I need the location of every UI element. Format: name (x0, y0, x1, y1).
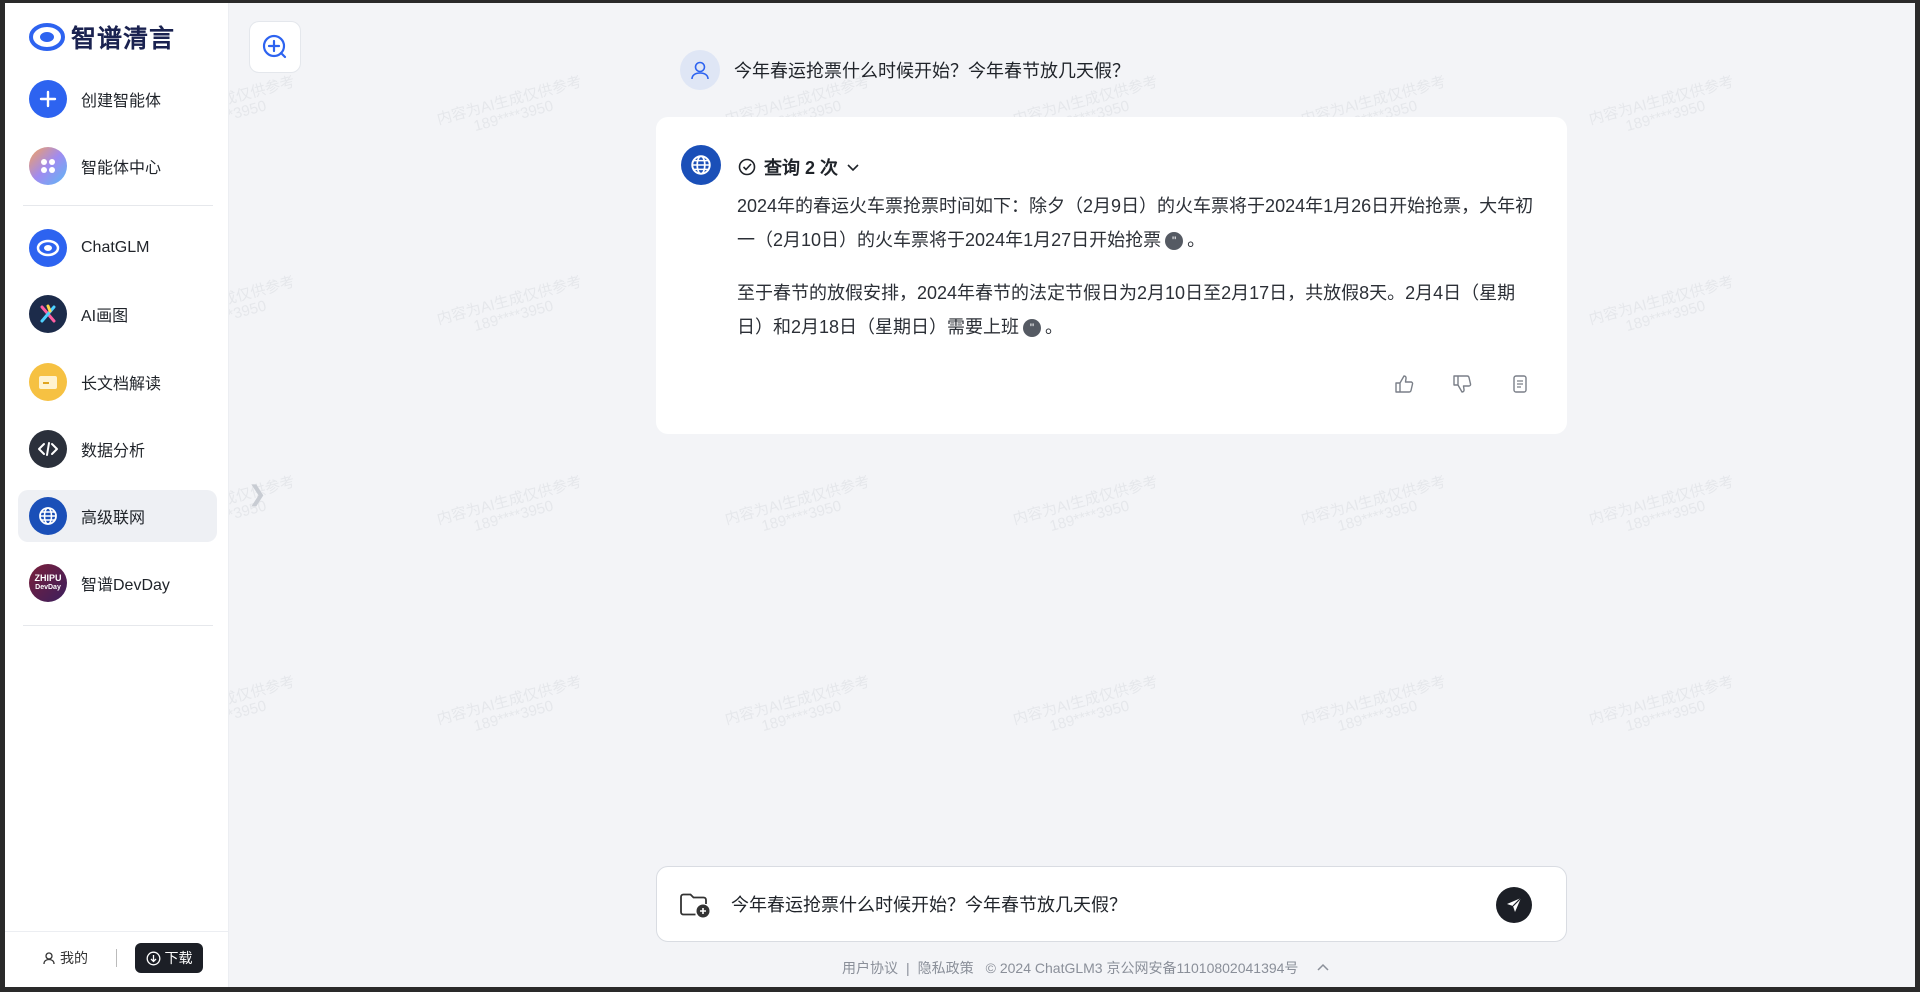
folder-plus-icon (680, 893, 710, 918)
sidebar-item-devday[interactable]: ZHIPU DevDay 智谱DevDay (18, 557, 217, 609)
sidebar-item-advanced-web[interactable]: 高级联网 (18, 490, 217, 542)
footer-separator: | (906, 960, 910, 976)
brand-logo[interactable]: 智谱清言 (29, 17, 175, 57)
sidebar-item-label: 长文档解读 (81, 376, 162, 393)
sidebar-item-label: 数据分析 (81, 443, 146, 460)
watermark-text: 内容为AI生成仅供参考189****3950 (1587, 273, 1736, 336)
download-icon (146, 951, 160, 965)
query-count-toggle[interactable]: 查询 2 次 (738, 154, 860, 180)
sidebar-item-data-analysis[interactable]: 数据分析 (18, 423, 217, 475)
answer-paragraph: 2024年的春运火车票抢票时间如下：除夕（2月9日）的火车票将于2024年1月2… (737, 196, 1534, 251)
watermark-text: 内容为AI生成仅供参考189****3950 (1299, 673, 1448, 736)
chevron-down-icon (847, 164, 859, 172)
sidebar-item-long-doc[interactable]: 长文档解读 (18, 356, 217, 408)
user-avatar (680, 50, 720, 90)
watermark-text: 内容为AI生成仅供参考189****3950 (1587, 473, 1736, 536)
privacy-policy-link[interactable]: 隐私政策 (918, 958, 974, 978)
sidebar-item-label: 高级联网 (81, 510, 146, 527)
answer-actions (1393, 373, 1531, 395)
user-icon (43, 952, 55, 965)
sidebar-item-ai-drawing[interactable]: AI画图 (18, 288, 217, 340)
thumbs-down-icon[interactable] (1451, 373, 1473, 395)
user-icon (691, 61, 709, 80)
sidebar-item-label: 智谱DevDay (81, 577, 170, 594)
answer-card: 查询 2 次 2024年的春运火车票抢票时间如下：除夕（2月9日）的火车票将于2… (656, 117, 1567, 434)
answer-paragraph: 至于春节的放假安排，2024年春节的法定节假日为2月10日至2月17日，共放假8… (737, 283, 1516, 338)
app-window: 内容为AI生成仅供参考 189****3950 内容为AI生成仅供参考 189****… (5, 3, 1915, 987)
new-chat-icon (262, 34, 287, 59)
page-footer: 用户协议 | 隐私政策 © 2024 ChatGLM3 京公网安备1101080… (842, 958, 1330, 978)
chat-input-box (656, 866, 1567, 942)
globe-icon (29, 497, 67, 535)
mine-link[interactable]: 我的 (42, 948, 88, 968)
watermark-text: 内容为AI生成仅供参考189****3950 (435, 73, 584, 136)
watermark-text: 内容为AI生成仅供参考189****3950 (1299, 473, 1448, 536)
zhipu-logo-icon (29, 23, 65, 51)
copyright-text: © 2024 ChatGLM3 京公网安备11010802041394号 (985, 960, 1299, 976)
plus-icon (29, 80, 67, 118)
watermark-text: 内容为AI生成仅供参考189****3950 (435, 273, 584, 336)
chat-input[interactable] (731, 893, 1491, 914)
brush-x-icon (29, 295, 67, 333)
citation-quote-icon[interactable]: " (1023, 319, 1042, 338)
sidebar-item-create-agent[interactable]: 创建智能体 (18, 73, 217, 125)
sidebar-item-chatglm[interactable]: ChatGLM (18, 222, 217, 274)
thumbs-up-icon[interactable] (1393, 373, 1415, 395)
sidebar-divider (23, 625, 213, 626)
send-icon (1507, 897, 1522, 912)
user-message: 今年春运抢票什么时候开始？今年春节放几天假？ (680, 50, 1130, 90)
citation-quote-icon[interactable]: " (1165, 232, 1184, 251)
sidebar-collapse-chevron-icon[interactable]: ❯ (248, 481, 266, 507)
attach-file-button[interactable] (679, 891, 711, 919)
globe-icon (681, 145, 721, 185)
sidebar-item-agent-center[interactable]: 智能体中心 (18, 140, 217, 192)
zhipu-devday-icon: ZHIPU DevDay (29, 564, 67, 602)
sidebar-item-label: 创建智能体 (81, 93, 162, 110)
check-circle-icon (738, 158, 756, 176)
sidebar-item-label: 智能体中心 (81, 160, 162, 177)
sidebar-item-label: ChatGLM (81, 239, 150, 256)
watermark-text: 内容为AI生成仅供参考189****3950 (435, 673, 584, 736)
watermark-text: 内容为AI生成仅供参考189****3950 (723, 673, 872, 736)
download-button[interactable]: 下载 (135, 943, 203, 973)
send-button[interactable] (1496, 887, 1532, 923)
sidebar-footer: 我的 下载 (5, 931, 229, 987)
sidebar-item-label: AI画图 (81, 308, 129, 325)
watermark-text: 内容为AI生成仅供参考189****3950 (1587, 673, 1736, 736)
brand-name: 智谱清言 (71, 25, 176, 53)
code-icon (29, 430, 67, 468)
copy-icon[interactable] (1509, 373, 1531, 395)
user-message-text: 今年春运抢票什么时候开始？今年春节放几天假？ (734, 61, 1130, 81)
chatglm-logo-icon (29, 229, 67, 267)
watermark-text: 内容为AI生成仅供参考189****3950 (723, 473, 872, 536)
watermark-text: 内容为AI生成仅供参考189****3950 (1011, 473, 1160, 536)
folder-icon (29, 363, 67, 401)
watermark-text: 内容为AI生成仅供参考189****3950 (1587, 73, 1736, 136)
chevron-up-icon[interactable] (1316, 961, 1330, 975)
new-chat-button[interactable] (249, 21, 301, 73)
grid-dots-icon (29, 147, 67, 185)
sidebar: 智谱清言 创建智能体 智能体中心 ChatGLM AI画图 长文档解读 数据分析… (5, 3, 229, 987)
sidebar-divider (23, 205, 213, 206)
watermark-text: 内容为AI生成仅供参考189****3950 (435, 473, 584, 536)
footer-separator (116, 949, 117, 967)
watermark-text: 内容为AI生成仅供参考189****3950 (1011, 673, 1160, 736)
user-agreement-link[interactable]: 用户协议 (842, 958, 898, 978)
